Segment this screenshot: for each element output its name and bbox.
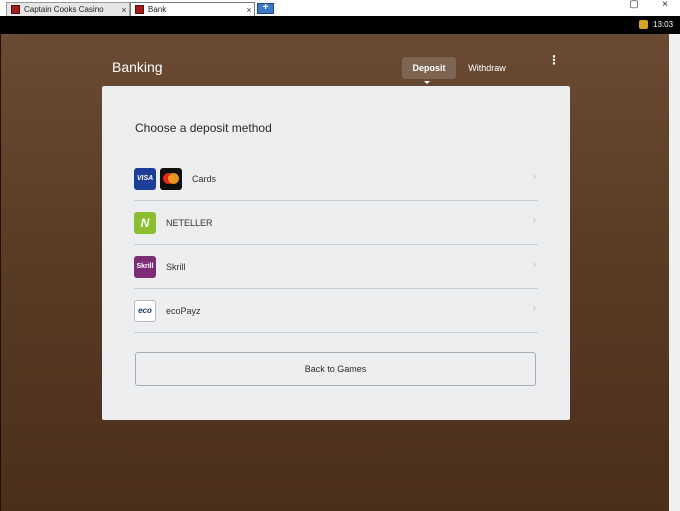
- casino-favicon-icon: [11, 5, 20, 14]
- tab-bank[interactable]: Bank ×: [130, 2, 255, 16]
- tab-deposit[interactable]: Deposit: [402, 57, 456, 79]
- method-cards[interactable]: VISA Cards ›: [134, 157, 538, 201]
- tab-captain-cooks-casino[interactable]: Captain Cooks Casino ×: [6, 2, 130, 16]
- banking-page: Banking Deposit Withdraw ⋮ Choose a depo…: [0, 34, 669, 511]
- ecopayz-logo-icon: eco: [134, 299, 156, 322]
- more-options-glyph: ⋮: [548, 53, 560, 67]
- page-title: Banking: [112, 59, 163, 75]
- method-label: NETELLER: [166, 217, 213, 228]
- tab-close-icon[interactable]: ×: [244, 5, 254, 15]
- method-skrill[interactable]: Skrill Skrill ›: [134, 245, 538, 289]
- tray-app-icon[interactable]: [639, 20, 648, 29]
- chevron-right-icon: ›: [532, 171, 536, 182]
- method-ecopayz[interactable]: eco ecoPayz ›: [134, 289, 538, 333]
- back-to-games-button[interactable]: Back to Games: [135, 352, 536, 386]
- chevron-right-icon: ›: [532, 215, 536, 226]
- method-label: Skrill: [166, 261, 186, 272]
- chevron-right-icon: ›: [532, 259, 536, 270]
- skrill-logo-icon: Skrill: [134, 255, 156, 278]
- skrill-logo-text: Skrill: [136, 263, 154, 270]
- chevron-right-icon: ›: [532, 303, 536, 314]
- visa-logo-text: VISA: [136, 175, 154, 182]
- more-options-icon[interactable]: ⋮: [548, 54, 560, 72]
- vertical-scrollbar[interactable]: [669, 34, 680, 511]
- tab-label: Captain Cooks Casino: [24, 5, 104, 14]
- deposit-method-card: Choose a deposit method VISA Cards › N N…: [102, 86, 570, 420]
- neteller-logo-text: N: [140, 215, 150, 230]
- tab-withdraw[interactable]: Withdraw: [459, 57, 515, 79]
- neteller-logo-icon: N: [134, 211, 156, 234]
- tab-close-icon[interactable]: ×: [119, 5, 129, 15]
- deposit-method-list: VISA Cards › N NETELLER › Skrill Skrill …: [134, 157, 538, 333]
- visa-logo-icon: VISA: [134, 167, 156, 190]
- ecopayz-logo-text: eco: [138, 306, 152, 315]
- mastercard-logo-icon: [160, 167, 182, 190]
- browser-tab-strip: Captain Cooks Casino × Bank × + ▢ ×: [0, 0, 680, 16]
- tab-label: Bank: [148, 5, 167, 14]
- casino-favicon-icon: [135, 5, 144, 14]
- close-window-icon[interactable]: ×: [658, 0, 672, 10]
- card-title: Choose a deposit method: [135, 121, 272, 135]
- method-label: ecoPayz: [166, 305, 201, 316]
- system-info-bar: 13:03: [0, 16, 680, 34]
- clock: 13:03: [653, 20, 674, 29]
- method-label: Cards: [192, 173, 217, 184]
- method-neteller[interactable]: N NETELLER ›: [134, 201, 538, 245]
- active-tab-caret-icon: [424, 81, 430, 84]
- new-tab-button[interactable]: +: [257, 3, 274, 14]
- restore-window-icon[interactable]: ▢: [627, 0, 641, 10]
